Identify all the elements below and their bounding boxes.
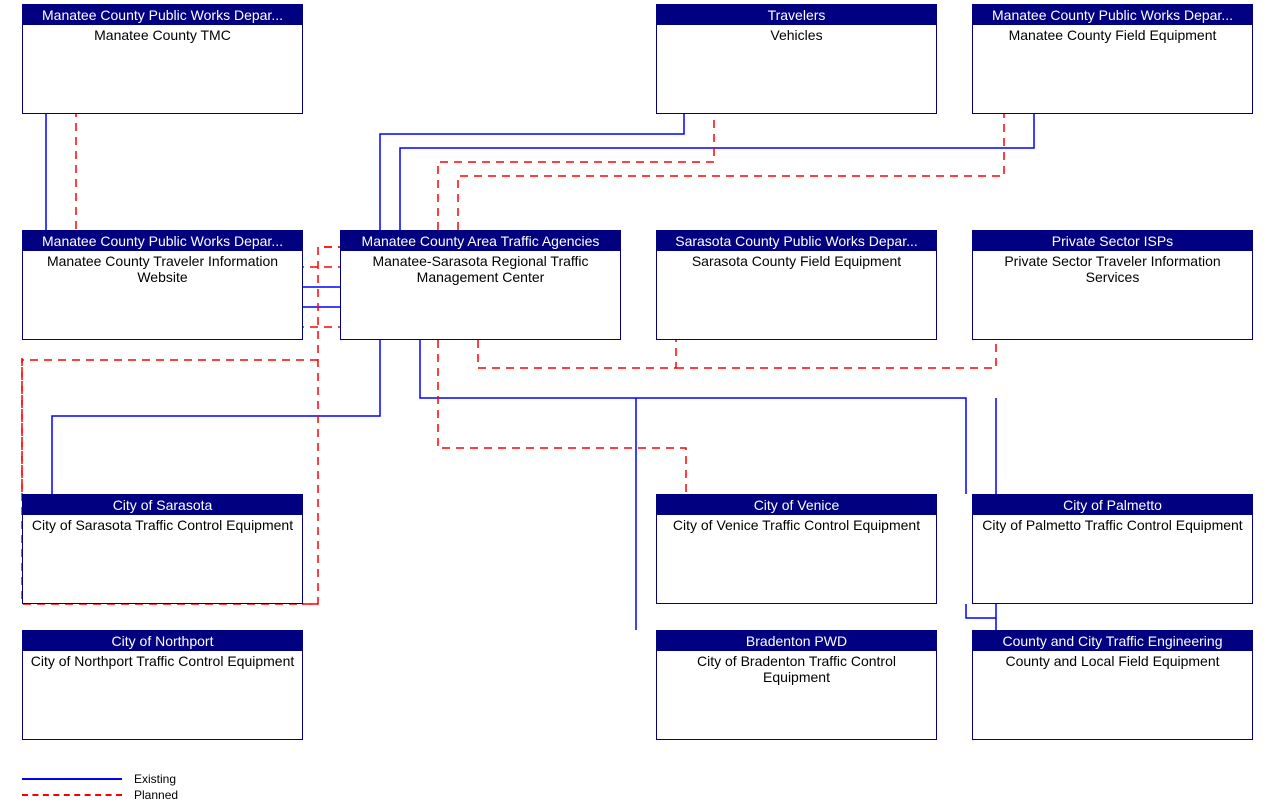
legend-line-planned-icon (22, 794, 122, 796)
node-subtitle: Manatee County Traveler Information Webs… (23, 251, 302, 287)
node-subtitle: Manatee-Sarasota Regional Traffic Manage… (341, 251, 620, 287)
node-title: Manatee County Area Traffic Agencies (341, 231, 620, 251)
node-subtitle: Manatee County TMC (23, 25, 302, 45)
node-title: County and City Traffic Engineering (973, 631, 1252, 651)
node-title: Manatee County Public Works Depar... (973, 5, 1252, 25)
node-county-local-field[interactable]: County and City Traffic Engineering Coun… (972, 630, 1253, 740)
legend-line-existing-icon (22, 778, 122, 780)
legend-planned: Planned (22, 788, 178, 802)
node-manatee-traveler-info[interactable]: Manatee County Public Works Depar... Man… (22, 230, 303, 340)
legend-existing: Existing (22, 772, 176, 786)
node-subtitle: Sarasota County Field Equipment (657, 251, 936, 271)
node-title: City of Sarasota (23, 495, 302, 515)
node-title: City of Venice (657, 495, 936, 515)
node-title: Manatee County Public Works Depar... (23, 231, 302, 251)
node-northport-traffic-control[interactable]: City of Northport City of Northport Traf… (22, 630, 303, 740)
node-title: Sarasota County Public Works Depar... (657, 231, 936, 251)
node-subtitle: City of Venice Traffic Control Equipment (657, 515, 936, 535)
node-subtitle: Vehicles (657, 25, 936, 45)
node-subtitle: County and Local Field Equipment (973, 651, 1252, 671)
node-venice-traffic-control[interactable]: City of Venice City of Venice Traffic Co… (656, 494, 937, 604)
node-private-isps[interactable]: Private Sector ISPs Private Sector Trave… (972, 230, 1253, 340)
node-subtitle: City of Palmetto Traffic Control Equipme… (973, 515, 1252, 535)
node-title: Manatee County Public Works Depar... (23, 5, 302, 25)
node-subtitle: City of Bradenton Traffic Control Equipm… (657, 651, 936, 687)
node-subtitle: Manatee County Field Equipment (973, 25, 1252, 45)
node-title: City of Northport (23, 631, 302, 651)
node-manatee-sarasota-center[interactable]: Manatee County Area Traffic Agencies Man… (340, 230, 621, 340)
node-subtitle: Private Sector Traveler Information Serv… (973, 251, 1252, 287)
node-subtitle: City of Sarasota Traffic Control Equipme… (23, 515, 302, 535)
node-vehicles[interactable]: Travelers Vehicles (656, 4, 937, 114)
node-sarasota-field-equipment[interactable]: Sarasota County Public Works Depar... Sa… (656, 230, 937, 340)
node-palmetto-traffic-control[interactable]: City of Palmetto City of Palmetto Traffi… (972, 494, 1253, 604)
node-title: Bradenton PWD (657, 631, 936, 651)
legend-planned-label: Planned (134, 788, 178, 802)
node-subtitle: City of Northport Traffic Control Equipm… (23, 651, 302, 671)
node-title: City of Palmetto (973, 495, 1252, 515)
node-bradenton-traffic-control[interactable]: Bradenton PWD City of Bradenton Traffic … (656, 630, 937, 740)
node-title: Travelers (657, 5, 936, 25)
node-sarasota-traffic-control[interactable]: City of Sarasota City of Sarasota Traffi… (22, 494, 303, 604)
node-manatee-tmc[interactable]: Manatee County Public Works Depar... Man… (22, 4, 303, 114)
node-manatee-field-equipment[interactable]: Manatee County Public Works Depar... Man… (972, 4, 1253, 114)
diagram-canvas: Manatee County Public Works Depar... Man… (0, 0, 1267, 807)
node-title: Private Sector ISPs (973, 231, 1252, 251)
legend-existing-label: Existing (134, 772, 176, 786)
